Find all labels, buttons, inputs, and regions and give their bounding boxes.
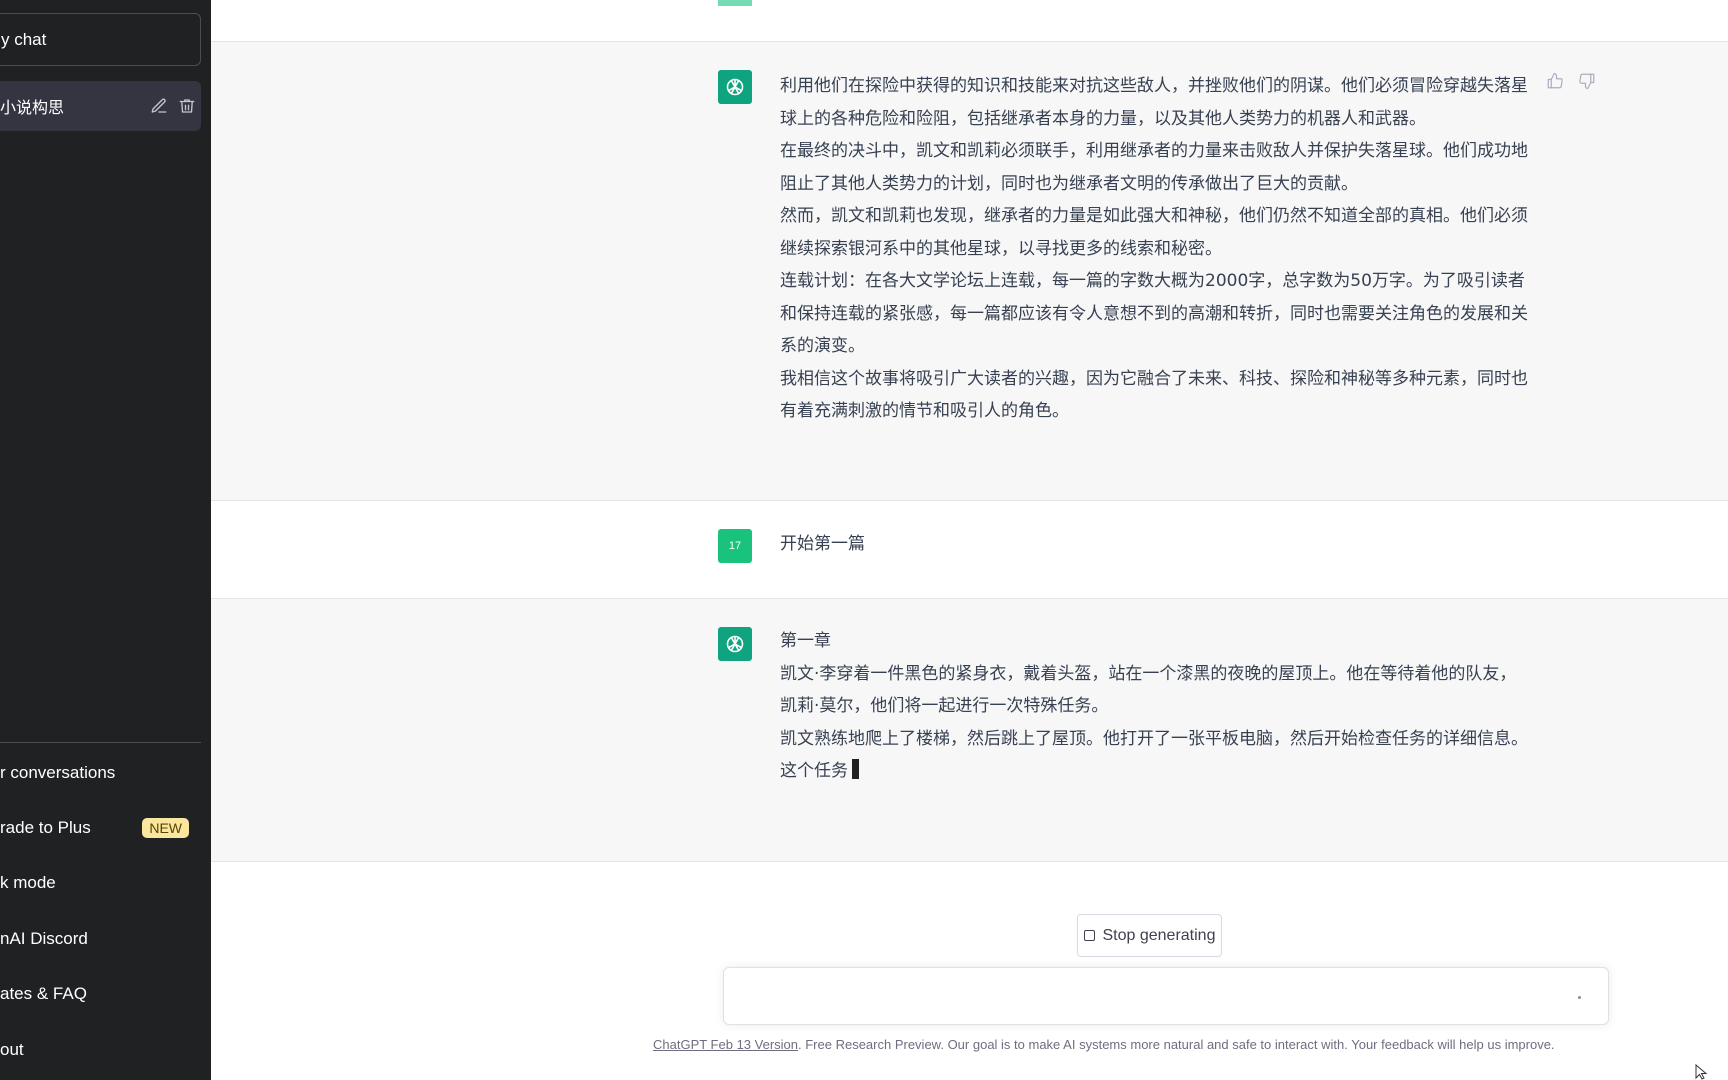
menu-label: ates & FAQ xyxy=(0,984,87,1004)
chat-input[interactable] xyxy=(723,967,1609,1025)
sidebar-conversation-item[interactable]: 小说构思 xyxy=(0,81,201,131)
assistant-message: 利用他们在探险中获得的知识和技能来对抗这些敌人，并挫败他们的阴谋。他们必须冒险穿… xyxy=(211,42,1728,501)
message-text: 第一章 凯文·李穿着一件黑色的紧身衣，戴着头盔，站在一个漆黑的夜晚的屋顶上。他在… xyxy=(780,625,1530,788)
assistant-message: 第一章 凯文·李穿着一件黑色的紧身衣，戴着头盔，站在一个漆黑的夜晚的屋顶上。他在… xyxy=(211,599,1728,862)
sidebar-menu: r conversations rade to Plus NEW k mode … xyxy=(0,745,211,1077)
user-avatar: 17 xyxy=(718,529,752,563)
message-paragraph: 凯文熟练地爬上了楼梯，然后跳上了屋顶。他打开了一张平板电脑，然后开始检查任务的详… xyxy=(780,728,1528,749)
message-text: 利用他们在探险中获得的知识和技能来对抗这些敌人，并挫败他们的阴谋。他们必须冒险穿… xyxy=(780,70,1530,428)
previous-message-edge xyxy=(211,0,1728,42)
message-paragraph: 然而，凯文和凯莉也发现，继承者的力量是如此强大和神秘，他们仍然不知道全部的真相。… xyxy=(780,206,1528,259)
mouse-cursor-icon xyxy=(1695,1064,1708,1080)
message-paragraph: 连载计划：在各大文学论坛上连载，每一篇的字数大概为2000字，总字数为50万字。… xyxy=(780,271,1528,356)
menu-label: rade to Plus xyxy=(0,818,91,838)
clear-conversations-item[interactable]: r conversations xyxy=(0,745,211,800)
new-chat-button[interactable]: y chat xyxy=(0,13,201,66)
openai-logo-icon xyxy=(718,627,752,661)
menu-label: k mode xyxy=(0,873,56,893)
new-badge: NEW xyxy=(142,818,189,839)
updates-faq-item[interactable]: ates & FAQ xyxy=(0,967,211,1022)
message-text: 开始第一篇 xyxy=(780,534,865,554)
conversation-title: 小说构思 xyxy=(0,100,65,117)
discord-item[interactable]: nAI Discord xyxy=(0,911,211,966)
typing-cursor xyxy=(852,759,859,779)
message-paragraph-streaming: 这个任务 xyxy=(780,755,1530,788)
sidebar-divider xyxy=(0,742,201,743)
trash-icon[interactable] xyxy=(173,92,201,120)
openai-logo-icon xyxy=(718,70,752,104)
avatar-edge xyxy=(718,0,752,6)
dark-mode-item[interactable]: k mode xyxy=(0,856,211,911)
thumbs-down-icon[interactable] xyxy=(1578,72,1600,94)
message-paragraph: 利用他们在探险中获得的知识和技能来对抗这些敌人，并挫败他们的阴谋。他们必须冒险穿… xyxy=(780,76,1528,129)
logout-item[interactable]: out xyxy=(0,1022,211,1077)
message-paragraph: 在最终的决斗中，凯文和凯莉必须联手，利用继承者的力量来击败敌人并保护失落星球。他… xyxy=(780,141,1528,194)
user-message: 17 开始第一篇 xyxy=(211,501,1728,599)
menu-label: r conversations xyxy=(0,762,116,782)
new-chat-label: y chat xyxy=(1,29,47,49)
version-link[interactable]: ChatGPT Feb 13 Version xyxy=(653,1037,798,1052)
message-paragraph: 第一章 xyxy=(780,631,831,651)
stop-generating-button[interactable]: Stop generating xyxy=(1077,914,1222,957)
streaming-text: 这个任务 xyxy=(780,761,848,781)
chat-main: 利用他们在探险中获得的知识和技能来对抗这些敌人，并挫败他们的阴谋。他们必须冒险穿… xyxy=(211,0,1728,1080)
menu-label: nAI Discord xyxy=(0,928,88,948)
sidebar: y chat 小说构思 r conversations rade to Plus… xyxy=(0,0,211,1080)
loading-indicator-icon xyxy=(1578,996,1581,999)
footer-text: . Free Research Preview. Our goal is to … xyxy=(798,1037,1555,1052)
message-paragraph: 我相信这个故事将吸引广大读者的兴趣，因为它融合了未来、科技、探险和神秘等多种元素… xyxy=(780,368,1528,422)
edit-icon[interactable] xyxy=(145,92,173,120)
stop-icon xyxy=(1083,930,1095,941)
upgrade-to-plus-item[interactable]: rade to Plus NEW xyxy=(0,800,211,855)
footer-disclaimer: ChatGPT Feb 13 Version. Free Research Pr… xyxy=(653,1037,1555,1052)
message-paragraph: 凯文·李穿着一件黑色的紧身衣，戴着头盔，站在一个漆黑的夜晚的屋顶上。他在等待着他… xyxy=(780,663,1517,717)
thumbs-up-icon[interactable] xyxy=(1546,72,1568,94)
menu-label: out xyxy=(0,1039,24,1059)
stop-generating-label: Stop generating xyxy=(1102,926,1216,944)
